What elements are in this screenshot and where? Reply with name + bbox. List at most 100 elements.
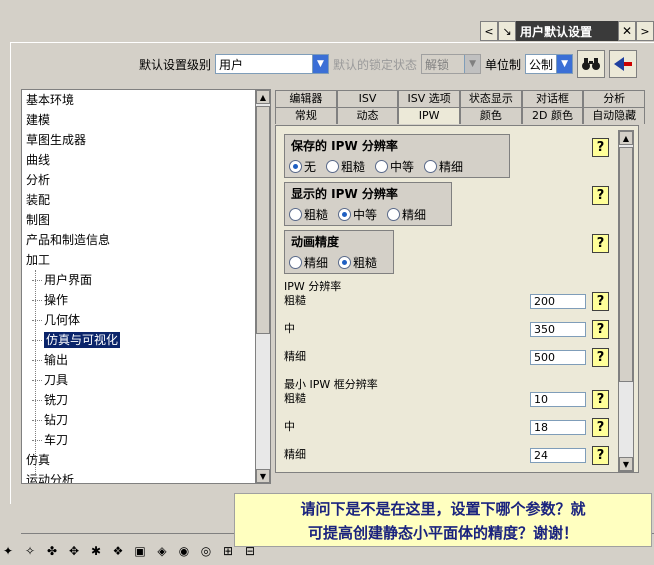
body-scrollbar[interactable]: ▲ ▼ (618, 130, 634, 472)
tool-icon[interactable]: ◎ (198, 543, 214, 559)
radio-icon[interactable] (326, 159, 340, 173)
tree-item[interactable]: 制图 (22, 210, 268, 230)
scroll-down-icon[interactable]: ▼ (256, 469, 270, 483)
tab[interactable]: 编辑器 (275, 90, 337, 107)
radio-option[interactable]: 精细 (424, 158, 469, 174)
tree-item[interactable]: 用户界面 (22, 270, 268, 290)
help-icon[interactable]: ? (592, 418, 609, 437)
tree-item[interactable]: 产品和制造信息 (22, 230, 268, 250)
resolution-input[interactable]: 24 (530, 448, 586, 463)
tab[interactable]: 动态 (336, 107, 399, 124)
find-binoculars-icon[interactable] (577, 50, 606, 78)
tool-icon[interactable]: ▣ (132, 543, 148, 559)
tree-scrollbar[interactable]: ▲ ▼ (255, 89, 271, 484)
pin-icon[interactable]: ↘ (498, 21, 516, 41)
tab[interactable]: ISV (336, 90, 399, 107)
radio-icon[interactable] (375, 159, 389, 173)
tab[interactable]: IPW (398, 107, 461, 124)
scroll-thumb[interactable] (619, 147, 633, 382)
tree-item[interactable]: 输出 (22, 350, 268, 370)
radio-option[interactable]: 中等 (375, 158, 420, 174)
radio-icon[interactable] (338, 207, 352, 221)
radio-icon[interactable] (289, 255, 302, 269)
tree-item[interactable]: 加工 (22, 250, 268, 270)
tree-item-label: 运动分析 (26, 473, 75, 484)
chevron-down-icon[interactable]: ▼ (312, 55, 329, 73)
dialog-panel: 默认设置级别 用户 ▼ 默认的锁定状态 解锁 ▼ 单位制 公制 ▼ 基本环境 建模… (10, 42, 654, 534)
radio-icon[interactable] (338, 255, 352, 269)
tree-item[interactable]: 装配 (22, 190, 268, 210)
tree-item-label: 产品和制造信息 (26, 233, 111, 247)
radio-icon[interactable] (289, 207, 302, 221)
tree-item[interactable]: 操作 (22, 290, 268, 310)
tool-icon[interactable]: ✧ (22, 543, 38, 559)
tab[interactable]: 分析 (583, 90, 646, 107)
expand-right-button[interactable]: > (636, 21, 654, 41)
radio-option[interactable]: 精细 (387, 206, 432, 222)
help-icon[interactable]: ? (592, 186, 609, 205)
tool-icon[interactable]: ✥ (66, 543, 82, 559)
scroll-up-icon[interactable]: ▲ (619, 131, 633, 145)
resolution-label: 中 (284, 420, 295, 433)
tab[interactable]: 2D 颜色 (521, 107, 584, 124)
resolution-input[interactable]: 18 (530, 420, 586, 435)
tab[interactable]: 自动隐藏 (583, 107, 646, 124)
radio-option[interactable]: 精细 (289, 254, 334, 270)
tree-item[interactable]: 铣刀 (22, 390, 268, 410)
tool-icon[interactable]: ✱ (88, 543, 104, 559)
resolution-input[interactable]: 350 (530, 322, 586, 337)
tree-item[interactable]: 运动分析 (22, 470, 268, 484)
tree-branch-line (32, 360, 42, 361)
radio-option[interactable]: 中等 (338, 206, 383, 222)
tree-item[interactable]: 建模 (22, 110, 268, 130)
resolution-input[interactable]: 10 (530, 392, 586, 407)
category-tree[interactable]: 基本环境 建模 草图生成器 曲线 分析 装配 制图产品和制造信息加工 用户界面 操作 几何体 仿真与… (21, 89, 269, 484)
tab[interactable]: 状态显示 (460, 90, 522, 107)
help-icon[interactable]: ? (592, 390, 609, 409)
tree-item[interactable]: 草图生成器 (22, 130, 268, 150)
tab[interactable]: ISV 选项 (398, 90, 461, 107)
tree-item[interactable]: 仿真与可视化 (22, 330, 268, 350)
tab[interactable]: 颜色 (460, 107, 522, 124)
tool-icon[interactable]: ◉ (176, 543, 192, 559)
tree-item[interactable]: 基本环境 (22, 90, 268, 110)
tree-item[interactable]: 几何体 (22, 310, 268, 330)
resolution-input[interactable]: 500 (530, 350, 586, 365)
chevron-down-icon[interactable]: ▼ (556, 55, 573, 73)
tree-item[interactable]: 钻刀 (22, 410, 268, 430)
scroll-thumb[interactable] (256, 106, 270, 334)
radio-option[interactable]: 无 (289, 158, 322, 174)
radio-option[interactable]: 粗糙 (338, 254, 383, 270)
tree-item[interactable]: 仿真 (22, 450, 268, 470)
note-line-2: 可提高创建静态小平面体的精度？谢谢！ (307, 524, 578, 542)
close-button[interactable]: ✕ (618, 21, 636, 41)
tool-icon[interactable]: ◈ (154, 543, 170, 559)
radio-icon[interactable] (289, 159, 302, 173)
scroll-up-icon[interactable]: ▲ (256, 90, 270, 104)
help-icon[interactable]: ? (592, 320, 609, 339)
collapse-left-button[interactable]: < (480, 21, 498, 41)
help-icon[interactable]: ? (592, 138, 609, 157)
tool-icon[interactable]: ✦ (0, 543, 16, 559)
radio-option[interactable]: 粗糙 (289, 206, 334, 222)
help-icon[interactable]: ? (592, 234, 609, 253)
manager-tool-icon[interactable] (609, 50, 638, 78)
resolution-input[interactable]: 200 (530, 294, 586, 309)
radio-icon[interactable] (387, 207, 401, 221)
help-icon[interactable]: ? (592, 348, 609, 367)
tab[interactable]: 对话框 (521, 90, 584, 107)
tree-item[interactable]: 分析 (22, 170, 268, 190)
help-icon[interactable]: ? (592, 292, 609, 311)
tree-item[interactable]: 刀具 (22, 370, 268, 390)
tree-item[interactable]: 车刀 (22, 430, 268, 450)
tool-icon[interactable]: ✤ (44, 543, 60, 559)
tab[interactable]: 常规 (275, 107, 337, 124)
tool-icon[interactable]: ❖ (110, 543, 126, 559)
radio-icon[interactable] (424, 159, 438, 173)
unit-select[interactable]: 公制 ▼ (525, 54, 574, 74)
help-icon[interactable]: ? (592, 446, 609, 465)
tree-item[interactable]: 曲线 (22, 150, 268, 170)
radio-option[interactable]: 粗糙 (326, 158, 371, 174)
scroll-down-icon[interactable]: ▼ (619, 457, 633, 471)
level-select[interactable]: 用户 ▼ (215, 54, 330, 74)
